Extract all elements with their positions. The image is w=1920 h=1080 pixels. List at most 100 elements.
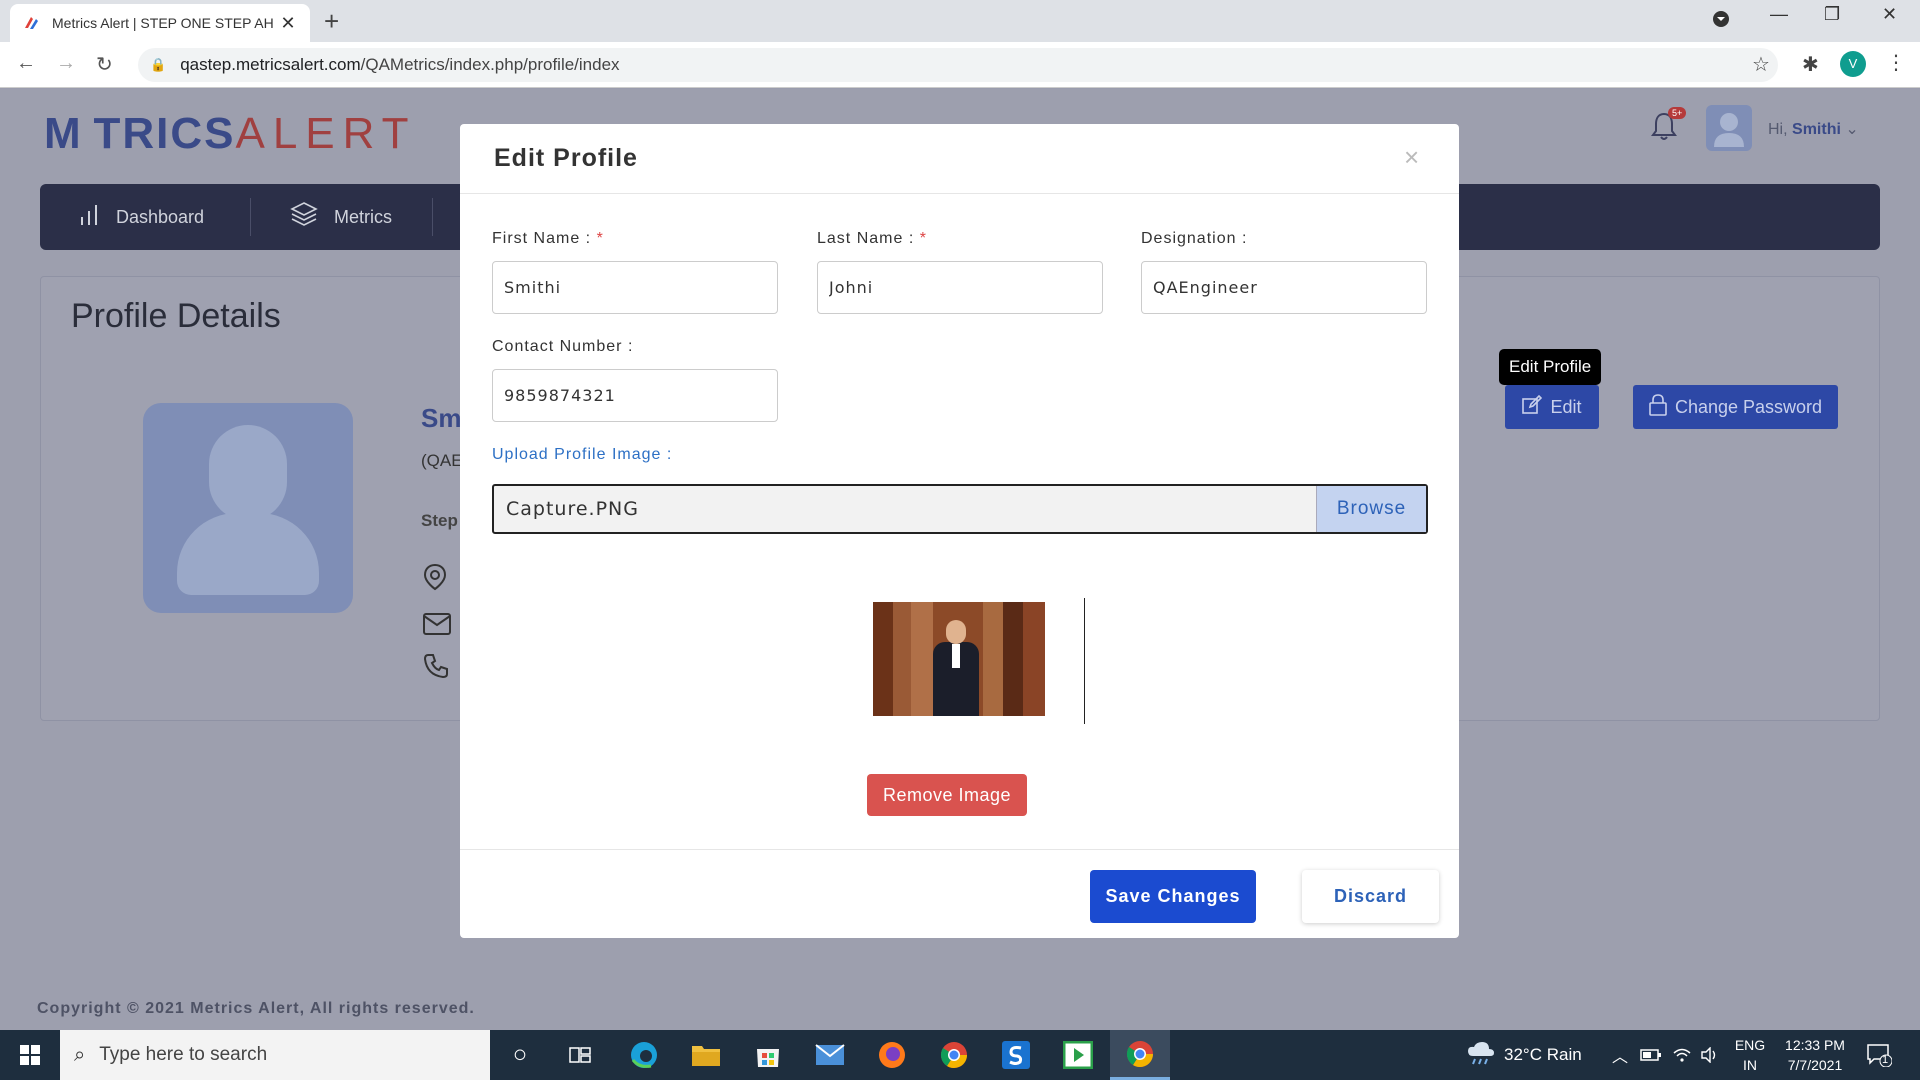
clock-date: 7/7/2021 [1787, 1057, 1843, 1073]
tab-close-icon[interactable]: ✕ [278, 13, 298, 34]
extensions-icon[interactable]: ✱ [1802, 52, 1819, 77]
rain-cloud-icon [1466, 1040, 1496, 1071]
edit-profile-tooltip: Edit Profile [1499, 349, 1602, 392]
bar-chart-icon [80, 203, 100, 231]
language-code: ENG [1734, 1037, 1766, 1053]
app-s-icon[interactable] [986, 1030, 1046, 1080]
location-icon [423, 563, 447, 598]
browser-toolbar: ← → ↻ 🔒 qastep.metricsalert.com/QAMetric… [0, 42, 1920, 88]
edge-browser-icon[interactable] [614, 1030, 674, 1080]
nav-divider [432, 198, 433, 236]
save-changes-button[interactable]: Save Changes [1090, 870, 1256, 923]
edit-profile-button[interactable]: Edit [1505, 385, 1599, 429]
person-shirt-shape [952, 644, 960, 668]
edit-profile-modal: Edit Profile × First Name : * Last Name … [460, 124, 1459, 938]
nav-item-metrics[interactable]: Metrics [290, 184, 392, 250]
logo-alert-text: ALERT [235, 109, 417, 158]
discard-button[interactable]: Discard [1302, 870, 1439, 923]
edit-button-label: Edit [1550, 396, 1582, 417]
green-play-app-icon[interactable] [1048, 1030, 1108, 1080]
task-view-icon[interactable] [550, 1030, 610, 1080]
username-text: Smithi [1792, 121, 1841, 138]
url-domain: qastep.metricsalert.com [180, 55, 361, 74]
windows-taskbar: ⌕ Type here to search ○ 32°C Rain ︿ ENG … [0, 1030, 1920, 1080]
nav-item-dashboard[interactable]: Dashboard [80, 184, 204, 250]
cortana-icon[interactable]: ○ [490, 1030, 550, 1080]
person-head-shape [946, 620, 966, 644]
tab-title: Metrics Alert | STEP ONE STEP AH [52, 15, 274, 31]
bookmark-star-icon[interactable]: ☆ [1752, 52, 1770, 77]
window-close-icon[interactable]: ✕ [1882, 4, 1897, 25]
avatar-body-shape [177, 513, 319, 595]
mail-icon [423, 613, 451, 642]
required-mark: * [919, 230, 927, 247]
wifi-icon[interactable] [1672, 1030, 1692, 1080]
url-path: /QAMetrics/index.php/profile/index [360, 55, 620, 74]
clock-time: 12:33 PM [1785, 1037, 1845, 1053]
browse-button[interactable]: Browse [1316, 486, 1426, 532]
store-icon[interactable] [738, 1030, 798, 1080]
chrome-icon[interactable] [924, 1030, 984, 1080]
browser-tab[interactable]: Metrics Alert | STEP ONE STEP AH ✕ [10, 4, 310, 42]
nav-item-label: Metrics [334, 206, 392, 227]
site-favicon-icon [22, 14, 40, 32]
weather-widget[interactable]: 32°C Rain [1466, 1030, 1582, 1080]
contact-number-field[interactable] [492, 369, 778, 422]
designation-field[interactable] [1141, 261, 1427, 314]
change-password-button[interactable]: Change Password [1633, 385, 1838, 429]
profile-avatar [143, 403, 353, 613]
first-name-field[interactable] [492, 261, 778, 314]
taskbar-search-placeholder: Type here to search [99, 1044, 268, 1065]
last-name-label-text: Last Name : [817, 230, 915, 247]
modal-header: Edit Profile × [460, 124, 1459, 194]
profile-name: Sm [421, 403, 462, 433]
minimize-icon[interactable]: — [1770, 4, 1788, 25]
layers-icon [290, 201, 318, 233]
restore-icon[interactable]: ❐ [1824, 4, 1840, 25]
last-name-field[interactable] [817, 261, 1103, 314]
notification-bell-icon[interactable]: 5+ [1650, 107, 1687, 141]
back-icon[interactable]: ← [16, 52, 36, 75]
user-menu[interactable]: Hi, Smithi ⌄ [1768, 119, 1859, 139]
lock-icon: 🔒 [150, 57, 167, 72]
notification-badge: 5+ [1668, 107, 1687, 119]
volume-icon[interactable] [1700, 1030, 1720, 1080]
lock-outline-icon [1649, 393, 1667, 421]
chrome-active-icon[interactable] [1110, 1030, 1170, 1080]
taskbar-clock[interactable]: 12:33 PM 7/7/2021 [1780, 1035, 1850, 1075]
windows-start-icon[interactable] [0, 1030, 60, 1080]
first-name-label: First Name : * [492, 230, 604, 248]
user-avatar[interactable] [1706, 105, 1752, 151]
browser-menu-icon[interactable]: ⋮ [1886, 50, 1906, 75]
reload-icon[interactable]: ↻ [96, 52, 113, 77]
show-hidden-icons-chevron-icon[interactable]: ︿ [1612, 1030, 1628, 1080]
profile-image-preview [873, 602, 1045, 716]
page-title: Profile Details [71, 297, 281, 335]
wood-plank [1023, 602, 1045, 716]
forward-icon[interactable]: → [56, 52, 76, 75]
change-password-label: Change Password [1674, 396, 1823, 417]
site-logo[interactable]: M TRICSALERT [44, 109, 417, 159]
region-code: IN [1743, 1057, 1757, 1073]
close-icon[interactable]: × [1404, 142, 1419, 173]
profile-company: Step [421, 511, 458, 530]
file-explorer-icon[interactable] [676, 1030, 736, 1080]
greeting-text: Hi, [1768, 121, 1788, 138]
new-tab-icon[interactable]: + [324, 6, 339, 37]
action-center-icon[interactable]: 1 [1866, 1030, 1892, 1080]
wood-plank [1003, 602, 1023, 716]
battery-icon[interactable] [1640, 1030, 1662, 1080]
mail-app-icon[interactable] [800, 1030, 860, 1080]
browser-tab-strip: Metrics Alert | STEP ONE STEP AH ✕ + — ❐… [0, 0, 1920, 42]
url-text: qastep.metricsalert.com/QAMetrics/index.… [180, 55, 619, 75]
remove-image-button[interactable]: Remove Image [867, 774, 1027, 816]
browser-profile-avatar[interactable]: V [1840, 51, 1866, 77]
nav-divider [250, 198, 251, 236]
taskbar-search-box[interactable]: ⌕ Type here to search [60, 1030, 490, 1080]
nav-item-label: Dashboard [116, 206, 205, 227]
language-indicator[interactable]: ENG IN [1730, 1035, 1770, 1075]
file-upload-input[interactable]: Capture.PNG Browse [492, 484, 1428, 534]
address-bar[interactable]: 🔒 qastep.metricsalert.com/QAMetrics/inde… [138, 48, 1778, 82]
firefox-icon[interactable] [862, 1030, 922, 1080]
tab-search-icon[interactable] [1712, 10, 1730, 33]
